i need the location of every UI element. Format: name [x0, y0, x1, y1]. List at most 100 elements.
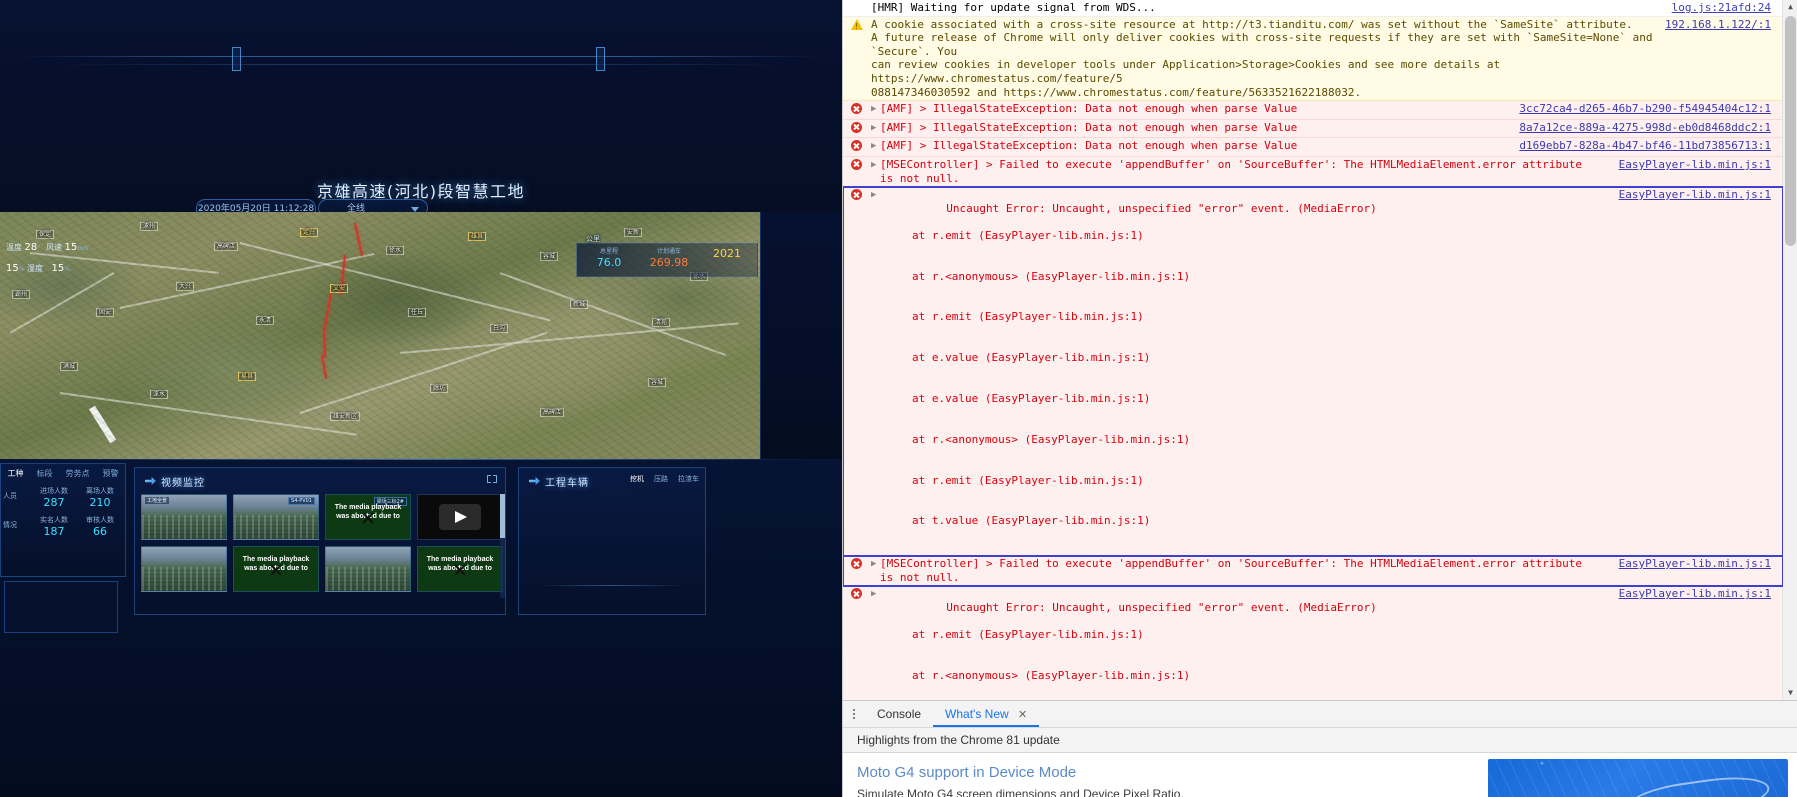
expand-arrow-icon[interactable]: ▶	[871, 587, 880, 602]
video-cell[interactable]: 工地全景	[141, 494, 227, 540]
console-message[interactable]: ▶ [AMF] > IllegalStateException: Data no…	[843, 138, 1783, 157]
stack-frame[interactable]: at t.value (EasyPlayer-lib.min.js:1)	[880, 514, 1613, 528]
stack-frame[interactable]: at r.emit (EasyPlayer-lib.min.js:1)	[880, 628, 1613, 642]
message-level-icon-slot	[851, 139, 871, 155]
expand-arrow-icon[interactable]: ▶	[871, 188, 880, 203]
tab-laowudian[interactable]: 劳务点	[66, 468, 90, 479]
message-source-link[interactable]: 192.168.1.122/:1	[1665, 18, 1783, 32]
message-source-link[interactable]: log.js:21afd:24	[1672, 1, 1783, 15]
close-icon[interactable]: ✕	[1018, 709, 1027, 721]
map-label: 保定	[36, 230, 55, 239]
map-stat-0-key: 总里程	[599, 248, 618, 255]
stack-frame[interactable]: at r.<anonymous> (EasyPlayer-lib.min.js:…	[880, 669, 1613, 683]
message-source-link[interactable]: 3cc72ca4-d265-46b7-b290-f54945404c12:1	[1519, 102, 1783, 116]
map-label: 涞水	[150, 390, 169, 399]
map-label: 高碑店	[214, 242, 239, 251]
video-cell[interactable]	[417, 494, 503, 540]
error-icon	[851, 588, 862, 600]
personnel-stats-panel: 工种 标段 劳务点 预警 人员 进场人数 287 离场人数 210 情况 实名人…	[0, 463, 126, 577]
error-icon	[851, 558, 862, 570]
more-options-icon[interactable]	[843, 701, 865, 727]
video-panel-expand-icon[interactable]	[487, 475, 497, 483]
console-message[interactable]: ▶ [AMF] > IllegalStateException: Data no…	[843, 119, 1783, 139]
tab-console[interactable]: Console	[865, 701, 933, 727]
map-statistics-card: 总里程 76.0 计划通车 269.98 2021	[576, 243, 758, 277]
message-text: [AMF] > IllegalStateException: Data not …	[880, 102, 1298, 116]
close-icon	[269, 563, 283, 577]
screenshot-root: 京雄高速(河北)段智慧工地 2020年05月20日 11:12:28 全线 保定	[0, 0, 1797, 797]
console-scrollbar-thumb[interactable]	[1785, 16, 1796, 246]
message-source-link[interactable]: 8a7a12ce-889a-4275-998d-eb0d8468ddc2:1	[1519, 121, 1783, 135]
console-message-selected[interactable]: ▶ [MSEController] > Failed to execute 'a…	[843, 555, 1783, 588]
vehicle-panel-tabs[interactable]: 挖机 压路 拉渣车	[630, 474, 699, 484]
map-label: 容城	[648, 378, 667, 387]
message-source-link[interactable]: EasyPlayer-lib.min.js:1	[1619, 587, 1783, 601]
vehicle-tab-wa[interactable]: 挖机	[630, 474, 644, 484]
scroll-down-arrow-icon[interactable]: ▼	[1783, 686, 1797, 700]
message-source-link[interactable]: EasyPlayer-lib.min.js:1	[1619, 158, 1783, 172]
tab-whats-new[interactable]: What's New ✕	[933, 701, 1039, 727]
message-source-link[interactable]: d169ebb7-828a-4b47-bf46-11bd73856713:1	[1519, 139, 1783, 153]
video-cell[interactable]: The media playback was aborted due to	[233, 546, 319, 592]
weather-wind-label: 风速	[46, 243, 62, 252]
message-source-link[interactable]: EasyPlayer-lib.min.js:1	[1619, 188, 1783, 202]
video-grid-scrollbar-thumb[interactable]	[500, 494, 505, 538]
map-label: 易县	[238, 372, 257, 381]
stack-frame[interactable]: at e.value (EasyPlayer-lib.min.js:1)	[880, 392, 1613, 406]
map-stat-unit-0: 公里	[586, 235, 600, 243]
video-grid-scrollbar[interactable]	[500, 494, 505, 598]
weather-temp: 温度 28°	[6, 242, 40, 253]
stack-frame[interactable]: at r.emit (EasyPlayer-lib.min.js:1)	[880, 310, 1613, 324]
video-cell[interactable]: S4-PV01	[233, 494, 319, 540]
console-message[interactable]: ▶ [AMF] > IllegalStateException: Data no…	[843, 101, 1783, 120]
whats-new-headline[interactable]: Moto G4 support in Device Mode	[857, 764, 1076, 781]
message-text: [AMF] > IllegalStateException: Data not …	[880, 120, 1298, 134]
expand-arrow-icon[interactable]: ▶	[871, 121, 880, 136]
video-grid: 工地全景 S4-PV01 梁场三标2# The media playback w…	[141, 494, 503, 592]
video-cell[interactable]	[325, 546, 411, 592]
map-route-highlight	[339, 254, 346, 295]
weather-wind: 风速 15m/s	[46, 242, 88, 253]
video-cell[interactable]	[141, 546, 227, 592]
map-stat-1: 计划通车 269.98	[639, 246, 699, 269]
console-message[interactable]: ▶ Uncaught Error: Uncaught, unspecified …	[843, 586, 1783, 700]
map-route-highlight	[323, 326, 327, 358]
play-icon[interactable]	[439, 504, 481, 530]
vehicle-tab-ya[interactable]: 压路	[654, 474, 668, 484]
weather-humidity-label: 湿度	[26, 264, 43, 273]
warning-icon	[851, 18, 863, 33]
expand-arrow-icon[interactable]: ▶	[871, 158, 880, 173]
message-text: [AMF] > IllegalStateException: Data not …	[880, 139, 1298, 153]
message-text: [MSEController] > Failed to execute 'app…	[880, 557, 1582, 584]
video-cell[interactable]: The media playback was aborted due to	[417, 546, 503, 592]
scroll-up-arrow-icon[interactable]: ▲	[1783, 0, 1797, 14]
tab-yujing[interactable]: 预警	[103, 468, 119, 479]
error-icon	[851, 158, 862, 170]
console-scrollbar[interactable]: ▲ ▼	[1782, 0, 1797, 700]
message-source-link[interactable]: EasyPlayer-lib.min.js:1	[1619, 557, 1783, 571]
tab-biaoduan[interactable]: 标段	[37, 468, 53, 479]
expand-arrow-icon[interactable]: ▶	[871, 557, 880, 572]
tab-gongzhong[interactable]: 工种	[8, 468, 24, 479]
stack-frame[interactable]: at r.<anonymous> (EasyPlayer-lib.min.js:…	[880, 433, 1613, 447]
stack-frame[interactable]: at r.emit (EasyPlayer-lib.min.js:1)	[880, 474, 1613, 488]
console-message[interactable]: [HMR] Waiting for update signal from WDS…	[843, 0, 1783, 17]
stat-cell: 审核人数 66	[77, 515, 123, 538]
weather-humidity-value-2: 15	[51, 263, 65, 274]
map-stat-0-value: 76.0	[596, 256, 622, 269]
expand-arrow-icon[interactable]: ▶	[871, 139, 880, 154]
console-message[interactable]: A cookie associated with a cross-site re…	[843, 16, 1783, 102]
expand-arrow-icon[interactable]: ▶	[871, 102, 880, 117]
stack-frame[interactable]: at r.<anonymous> (EasyPlayer-lib.min.js:…	[880, 270, 1613, 284]
stack-frame[interactable]: at r.emit (EasyPlayer-lib.min.js:1)	[880, 229, 1613, 243]
personnel-stats-tabs[interactable]: 工种 标段 劳务点 预警	[1, 468, 125, 479]
video-cell[interactable]: 梁场三标2# The media playback was aborted du…	[325, 494, 411, 540]
stats-empty-chart-area	[4, 581, 118, 633]
console-message-selected[interactable]: ▶ Uncaught Error: Uncaught, unspecified …	[843, 186, 1783, 558]
message-level-icon-slot	[851, 18, 871, 33]
vehicle-tab-la[interactable]: 拉渣车	[678, 474, 699, 484]
tab-whats-new-label: What's New	[945, 707, 1009, 721]
stack-frame[interactable]: at e.value (EasyPlayer-lib.min.js:1)	[880, 351, 1613, 365]
console-message[interactable]: ▶ [MSEController] > Failed to execute 'a…	[843, 156, 1783, 188]
panel-divider	[10, 459, 830, 460]
